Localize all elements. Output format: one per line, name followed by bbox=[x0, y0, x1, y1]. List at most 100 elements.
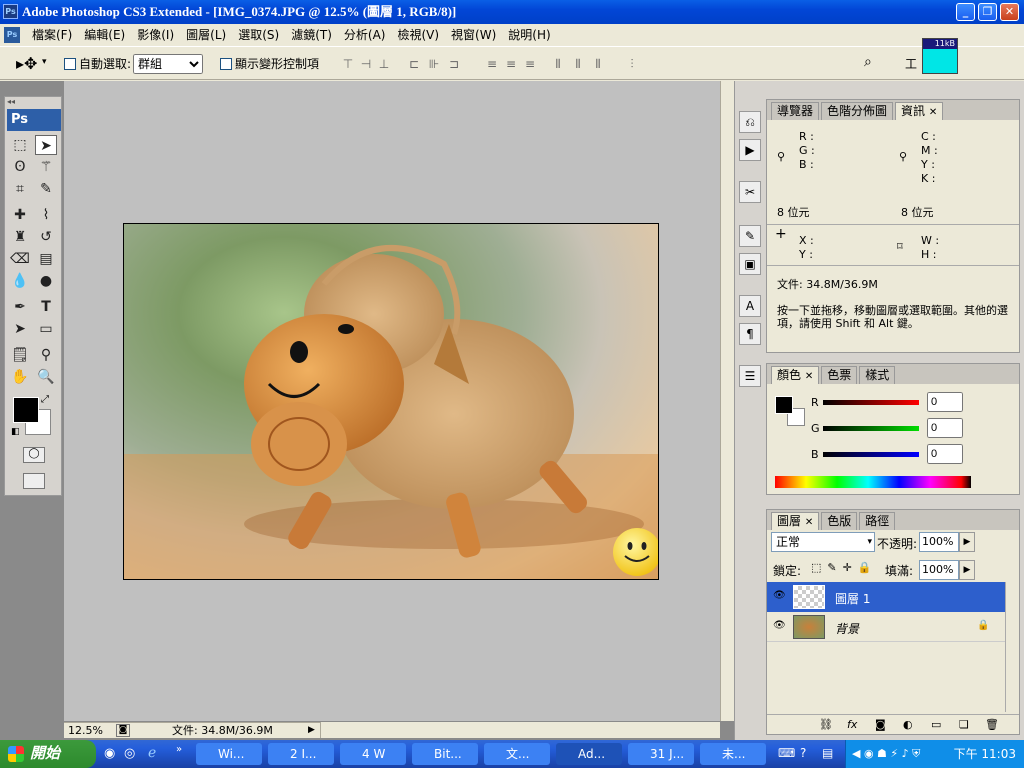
eyedropper-tool-icon[interactable]: ⚲ bbox=[35, 345, 57, 365]
tool-preset-dropdown-icon[interactable]: ▾ bbox=[42, 57, 47, 67]
eye-icon[interactable]: 👁 bbox=[773, 590, 786, 601]
move-tool-icon-selected[interactable]: ➤ bbox=[35, 135, 57, 155]
layer-name[interactable]: 背景 bbox=[835, 620, 859, 637]
distribute-vcenter-icon[interactable]: ≡ bbox=[503, 56, 519, 72]
menu-view[interactable]: 檢視(V) bbox=[391, 24, 445, 46]
crop-tool-icon[interactable]: ⌗ bbox=[9, 179, 31, 199]
swap-colors-icon[interactable]: ⤢ bbox=[41, 394, 49, 405]
paragraph-panel-icon[interactable]: ¶ bbox=[739, 323, 761, 345]
zoom-tool-icon[interactable]: 🔍 bbox=[35, 367, 57, 387]
menu-select[interactable]: 選取(S) bbox=[232, 24, 285, 46]
clone-source-icon[interactable]: ▣ bbox=[739, 253, 761, 275]
dodge-tool-icon[interactable]: ● bbox=[35, 271, 57, 291]
notes-tool-icon[interactable]: 🗒 bbox=[9, 345, 31, 365]
layer-row[interactable]: 👁 圖層 1 bbox=[767, 582, 1005, 612]
taskbar-item[interactable]: 31 J... bbox=[628, 743, 694, 765]
zoom-level[interactable]: 12.5% bbox=[68, 723, 103, 738]
taskbar-item[interactable]: 4 W bbox=[340, 743, 406, 765]
tool-presets-icon[interactable]: ✂ bbox=[739, 181, 761, 203]
align-top-icon[interactable]: ⊤ bbox=[340, 56, 356, 72]
ie-icon[interactable]: ℯ bbox=[148, 745, 156, 761]
blur-tool-icon[interactable]: 💧 bbox=[9, 271, 31, 291]
taskbar-item[interactable]: 未... bbox=[700, 743, 766, 765]
tab-channels[interactable]: 色版 bbox=[821, 512, 858, 530]
actions-panel-icon[interactable]: ▶ bbox=[739, 139, 761, 161]
distribute-left-icon[interactable]: ⫴ bbox=[550, 56, 566, 72]
magic-wand-tool-icon[interactable]: ⚚ bbox=[35, 157, 57, 177]
r-slider[interactable] bbox=[823, 400, 919, 405]
foreground-color-swatch[interactable] bbox=[13, 397, 39, 423]
character-panel-icon[interactable]: A bbox=[739, 295, 761, 317]
opacity-input[interactable]: 100% bbox=[919, 532, 959, 552]
lasso-tool-icon[interactable]: ʘ bbox=[9, 157, 31, 177]
auto-select-checkbox[interactable] bbox=[64, 58, 76, 70]
restore-button[interactable]: ❐ bbox=[978, 3, 997, 21]
taskbar-item[interactable]: Bit... bbox=[412, 743, 478, 765]
distribute-hcenter-icon[interactable]: ⫴ bbox=[570, 56, 586, 72]
color-fg-swatch[interactable] bbox=[775, 396, 793, 414]
taskbar-item-photoshop[interactable]: Ad... bbox=[556, 743, 622, 765]
toolbox-collapse-icon[interactable]: ◂◂ bbox=[7, 97, 15, 106]
layers-scrollbar[interactable] bbox=[1005, 582, 1019, 712]
new-group-icon[interactable]: ▭ bbox=[931, 718, 941, 731]
menu-image[interactable]: 影像(I) bbox=[131, 24, 180, 46]
menu-edit[interactable]: 編輯(E) bbox=[78, 24, 131, 46]
fill-arrow-icon[interactable]: ▶ bbox=[959, 560, 975, 580]
healing-brush-tool-icon[interactable]: ✚ bbox=[9, 205, 31, 225]
show-desktop-icon[interactable]: ◉ bbox=[104, 746, 115, 761]
g-slider[interactable] bbox=[823, 426, 919, 431]
language-bar-icon[interactable]: ▤ bbox=[822, 746, 833, 760]
tab-info[interactable]: 資訊 ✕ bbox=[895, 102, 944, 120]
align-vcenter-icon[interactable]: ⊣ bbox=[358, 56, 374, 72]
menu-filter[interactable]: 濾鏡(T) bbox=[285, 24, 338, 46]
layer-comps-icon[interactable]: ☰ bbox=[739, 365, 761, 387]
default-colors-icon[interactable]: ◧ bbox=[11, 427, 20, 437]
help-icon[interactable]: ? bbox=[800, 746, 806, 760]
b-value-input[interactable] bbox=[927, 444, 963, 464]
align-hcenter-icon[interactable]: ⊪ bbox=[426, 56, 442, 72]
tab-histogram[interactable]: 色階分佈圖 bbox=[821, 102, 894, 120]
g-value-input[interactable] bbox=[927, 418, 963, 438]
horizontal-scrollbar[interactable] bbox=[320, 722, 720, 738]
status-icon[interactable]: ◙ bbox=[116, 724, 130, 737]
start-button[interactable]: 開始 bbox=[0, 740, 96, 768]
adjustment-layer-icon[interactable]: ◐ bbox=[903, 718, 913, 731]
minimize-button[interactable]: _ bbox=[956, 3, 975, 21]
tray-icons[interactable]: ◀ ◉ ☗ ⚡ ♪ ⛨ bbox=[852, 740, 920, 768]
hand-tool-icon[interactable]: ✋ bbox=[9, 367, 31, 387]
tab-styles[interactable]: 樣式 bbox=[859, 366, 896, 384]
marquee-tool-icon[interactable]: ⬚ bbox=[9, 135, 31, 155]
history-brush-tool-icon[interactable]: ↺ bbox=[35, 227, 57, 247]
path-selection-tool-icon[interactable]: ➤ bbox=[9, 319, 31, 339]
screen-mode-icon[interactable] bbox=[23, 473, 45, 489]
move-tool-icon[interactable]: ▸✥ bbox=[16, 54, 37, 73]
trash-icon[interactable]: 🗑 bbox=[985, 718, 999, 731]
distribute-right-icon[interactable]: ⫴ bbox=[590, 56, 606, 72]
workspace-button[interactable]: 工 bbox=[905, 55, 917, 72]
type-tool-icon[interactable]: T bbox=[35, 297, 57, 317]
menu-window[interactable]: 視窗(W) bbox=[445, 24, 502, 46]
fill-input[interactable]: 100% bbox=[919, 560, 959, 580]
brushes-panel-icon[interactable]: ✎ bbox=[739, 225, 761, 247]
tab-layers[interactable]: 圖層 ✕ bbox=[771, 512, 820, 530]
fx-icon[interactable]: fx bbox=[847, 718, 857, 731]
clone-stamp-tool-icon[interactable]: ♜ bbox=[9, 227, 31, 247]
document-image[interactable] bbox=[123, 223, 659, 580]
b-slider[interactable] bbox=[823, 452, 919, 457]
distribute-top-icon[interactable]: ≡ bbox=[484, 56, 500, 72]
align-left-icon[interactable]: ⊏ bbox=[406, 56, 422, 72]
status-menu-arrow-icon[interactable]: ▶ bbox=[308, 723, 315, 738]
eraser-tool-icon[interactable]: ⌫ bbox=[9, 249, 31, 269]
layer-name[interactable]: 圖層 1 bbox=[835, 590, 870, 607]
history-panel-icon[interactable]: ⎌ bbox=[739, 111, 761, 133]
close-button[interactable]: ✕ bbox=[1000, 3, 1019, 21]
layer-row[interactable]: 👁 背景 🔒 bbox=[767, 612, 1005, 642]
menu-file[interactable]: 檔案(F) bbox=[26, 24, 78, 46]
auto-align-layers-icon[interactable]: ⫶ bbox=[624, 56, 640, 72]
show-transform-checkbox[interactable] bbox=[220, 58, 232, 70]
media-player-icon[interactable]: ◎ bbox=[124, 746, 135, 761]
color-ramp[interactable] bbox=[775, 476, 971, 488]
slice-tool-icon[interactable]: ✎ bbox=[35, 179, 57, 199]
new-layer-icon[interactable]: ❏ bbox=[959, 718, 969, 731]
clock[interactable]: 下午 11:03 bbox=[954, 747, 1016, 761]
